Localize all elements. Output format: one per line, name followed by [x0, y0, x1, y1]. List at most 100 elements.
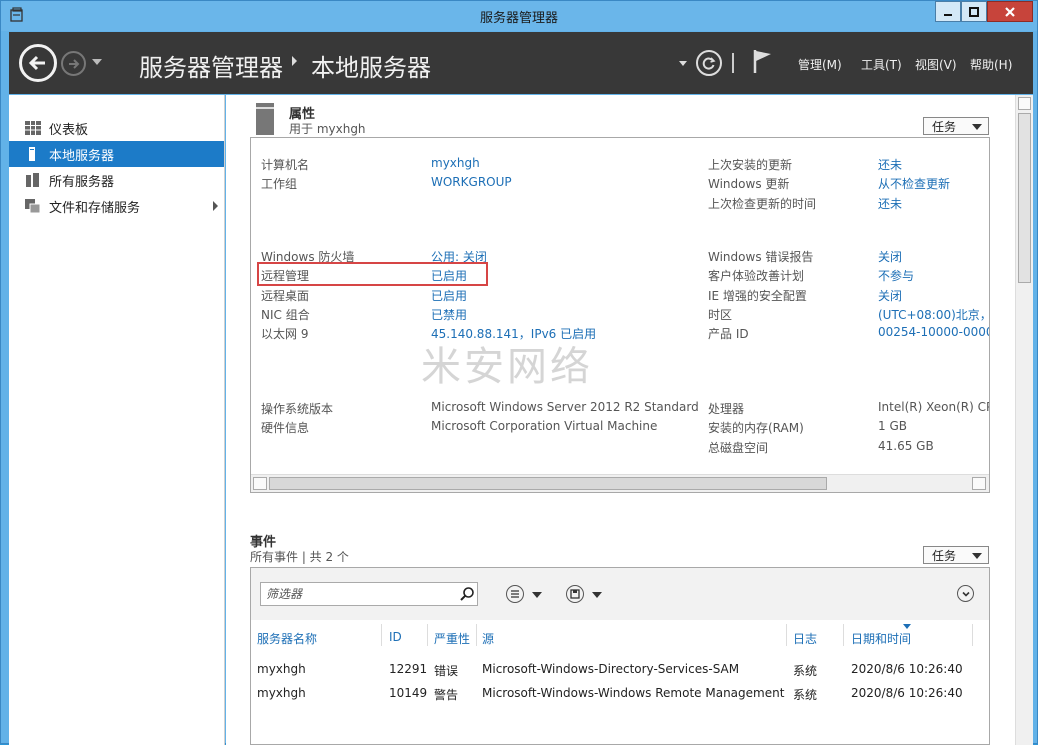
os-version-value: Microsoft Windows Server 2012 R2 Standar…	[431, 400, 699, 414]
events-toolbar: 筛选器	[251, 568, 989, 620]
watermark: 米安网络	[421, 344, 593, 390]
menu-view[interactable]: 视图(V)	[915, 56, 957, 73]
title-bar[interactable]: 服务器管理器	[1, 1, 1037, 31]
maximize-icon	[969, 6, 979, 17]
arrow-right-icon	[68, 58, 79, 69]
prop-label: 上次安装的更新	[708, 158, 793, 172]
ceip-link[interactable]: 不参与	[878, 267, 914, 284]
server-manager-window: 服务器管理器 服务器管理器 本地服务器 管理(M) 工具(T) 视图(V) 帮助…	[0, 0, 1038, 745]
header-divider	[732, 53, 734, 73]
sidebar-item-file-storage[interactable]: 文件和存储服务	[9, 193, 224, 219]
cell-source: Microsoft-Windows-Windows Remote Managem…	[482, 686, 785, 700]
header-dropdown-icon[interactable]	[679, 61, 687, 66]
cell-severity: 警告	[434, 688, 459, 702]
column-header-server-name[interactable]: 服务器名称	[257, 630, 317, 647]
column-header-severity[interactable]: 严重性	[434, 630, 470, 647]
properties-tasks-button[interactable]: 任务	[923, 117, 989, 135]
windows-update-link[interactable]: 从不检查更新	[878, 175, 950, 192]
back-button[interactable]	[19, 44, 57, 82]
collapse-button[interactable]	[957, 585, 974, 602]
last-update-link[interactable]: 还未	[878, 156, 902, 173]
properties-panel: 计算机名 工作组 Windows 防火墙 远程管理 远程桌面 NIC 组合 以太…	[250, 137, 990, 493]
processor-value: Intel(R) Xeon(R) CP	[878, 400, 990, 414]
window-title: 服务器管理器	[479, 11, 558, 26]
cell-server: myxhgh	[257, 686, 306, 700]
breadcrumb-separator-icon	[292, 56, 297, 66]
sidebar-item-local-server[interactable]: 本地服务器	[9, 141, 224, 167]
close-button[interactable]	[987, 1, 1033, 22]
nic-teaming-link[interactable]: 已禁用	[431, 306, 467, 323]
list-icon	[511, 590, 519, 598]
sidebar-item-dashboard[interactable]: 仪表板	[9, 115, 224, 141]
prop-label: 工作组	[261, 177, 298, 191]
column-separator	[427, 624, 428, 646]
menu-tools[interactable]: 工具(T)	[861, 56, 902, 73]
sidebar: 仪表板 本地服务器 所有服务器 文件和存储服务	[9, 95, 225, 745]
prop-label: 时区	[708, 308, 733, 322]
scroll-thumb[interactable]	[1018, 113, 1031, 283]
refresh-button[interactable]	[696, 50, 722, 76]
query-options-button[interactable]	[506, 585, 524, 603]
filter-input[interactable]: 筛选器	[260, 582, 478, 606]
scroll-up-arrow-icon[interactable]	[1018, 97, 1031, 110]
column-separator	[972, 624, 973, 646]
events-subtitle: 所有事件 | 共 2 个	[250, 550, 349, 564]
ie-esc-link[interactable]: 关闭	[878, 287, 902, 304]
minimize-icon	[944, 13, 952, 16]
properties-subtitle: 用于 myxhgh	[289, 122, 366, 136]
horizontal-scrollbar[interactable]	[251, 474, 989, 492]
column-header-datetime[interactable]: 日期和时间	[851, 630, 911, 647]
cell-id: 10149	[389, 686, 428, 700]
nav-history-dropdown-icon[interactable]	[92, 59, 102, 65]
column-header-source[interactable]: 源	[482, 630, 494, 647]
breadcrumb-root[interactable]: 服务器管理器	[139, 48, 283, 83]
prop-label: 操作系统版本	[261, 402, 334, 416]
error-reporting-link[interactable]: 关闭	[878, 248, 902, 265]
cell-severity: 错误	[434, 664, 459, 678]
computer-name-link[interactable]: myxhgh	[431, 156, 480, 170]
dashboard-icon	[25, 121, 41, 135]
save-query-button[interactable]	[566, 585, 584, 603]
remote-desktop-link[interactable]: 已启用	[431, 287, 467, 304]
chevron-down-icon[interactable]	[592, 592, 602, 598]
sidebar-item-all-servers[interactable]: 所有服务器	[9, 167, 224, 193]
minimize-button[interactable]	[935, 1, 961, 22]
timezone-link[interactable]: (UTC+08:00)北京，重	[878, 306, 989, 323]
cell-datetime: 2020/8/6 10:26:40	[851, 686, 963, 700]
scroll-right-arrow-icon[interactable]	[972, 477, 986, 490]
breadcrumb-current: 本地服务器	[311, 54, 431, 82]
column-header-log[interactable]: 日志	[793, 630, 817, 647]
forward-button[interactable]	[61, 51, 86, 76]
servers-icon	[26, 173, 39, 187]
tasks-label: 任务	[932, 119, 957, 134]
events-tasks-button[interactable]: 任务	[923, 546, 989, 564]
prop-label: 客户体验改善计划	[708, 269, 805, 283]
sidebar-item-label: 文件和存储服务	[49, 200, 141, 216]
menu-manage[interactable]: 管理(M)	[798, 56, 842, 73]
expand-arrow-icon[interactable]	[213, 201, 218, 211]
ram-value: 1 GB	[878, 419, 907, 433]
last-check-link[interactable]: 还未	[878, 195, 902, 212]
workgroup-link[interactable]: WORKGROUP	[431, 175, 512, 189]
cell-log: 系统	[793, 664, 818, 678]
prop-label: 总磁盘空间	[708, 441, 769, 455]
events-panel: 筛选器 服务器名称 ID 严重性 源 日志 日期和时间 myxhgh 12291…	[250, 567, 990, 745]
sidebar-item-label: 本地服务器	[49, 148, 115, 164]
refresh-icon	[702, 57, 716, 70]
prop-label: 上次检查更新的时间	[708, 197, 817, 211]
chevron-down-icon[interactable]	[532, 592, 542, 598]
maximize-button[interactable]	[961, 1, 987, 22]
scroll-left-arrow-icon[interactable]	[253, 477, 267, 490]
product-id-link[interactable]: 00254-10000-0000	[878, 325, 989, 339]
notifications-flag-icon[interactable]	[752, 48, 774, 74]
scroll-thumb[interactable]	[269, 477, 827, 490]
column-separator	[843, 624, 844, 646]
search-icon[interactable]	[459, 586, 475, 602]
prop-label: Windows 错误报告	[708, 250, 814, 264]
menu-help[interactable]: 帮助(H)	[970, 56, 1012, 73]
vertical-scrollbar[interactable]	[1015, 95, 1033, 745]
column-header-id[interactable]: ID	[389, 630, 402, 644]
prop-label: 产品 ID	[708, 327, 749, 341]
close-icon	[1005, 6, 1015, 17]
prop-label: 硬件信息	[261, 421, 310, 435]
